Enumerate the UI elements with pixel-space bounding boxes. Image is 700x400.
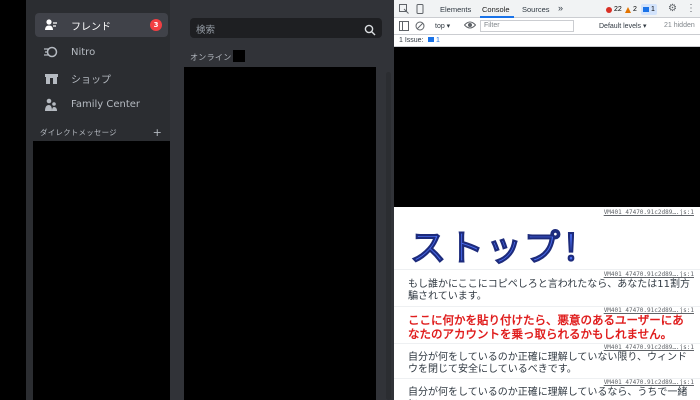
add-dm-button[interactable]: + bbox=[153, 126, 162, 139]
scrollbar[interactable] bbox=[386, 72, 391, 400]
tab-elements[interactable]: Elements bbox=[440, 5, 471, 14]
dm-section-header: ダイレクトメッセージ + bbox=[40, 126, 162, 139]
console-message: 自分が何をしているのか正確に理解していない限り、ウィンドウを閉じて安全にしている… bbox=[408, 352, 687, 375]
notification-badge: 3 bbox=[150, 19, 162, 31]
context-value: top bbox=[435, 23, 445, 30]
sidebar-item-label: ショップ bbox=[71, 74, 111, 86]
context-selector[interactable]: top ▾ bbox=[435, 22, 450, 30]
console-message: 自分が何をしているのか正確に理解しているなら、うちで一緒に bbox=[408, 387, 688, 400]
tab-sources[interactable]: Sources bbox=[522, 5, 550, 14]
shop-icon bbox=[41, 68, 61, 88]
sidebar-item-label: Family Center bbox=[71, 98, 141, 110]
issue-icon bbox=[428, 37, 434, 42]
error-counter[interactable]: 22 bbox=[604, 4, 624, 15]
sidebar-item-label: Nitro bbox=[71, 46, 96, 58]
devtools-tab-bar: Elements Console Sources » 22 2 1 ⚙ ⋮ bbox=[394, 0, 700, 18]
nitro-icon bbox=[41, 42, 61, 62]
more-tabs-button[interactable]: » bbox=[558, 3, 563, 13]
sidebar-toggle-icon[interactable] bbox=[399, 21, 409, 33]
sidebar-item-friends[interactable]: フレンド 3 bbox=[35, 13, 168, 37]
console-stop-title: ストップ！ bbox=[409, 228, 601, 270]
message-divider bbox=[394, 269, 700, 270]
inspect-icon[interactable] bbox=[399, 4, 409, 16]
info-counter[interactable]: 1 bbox=[641, 4, 657, 15]
log-levels-value: Default levels bbox=[599, 23, 642, 30]
search-input[interactable]: 検索 bbox=[190, 18, 382, 38]
family-icon bbox=[41, 94, 61, 114]
filter-input[interactable]: Filter bbox=[480, 20, 574, 32]
dm-list bbox=[33, 141, 170, 400]
settings-gear-icon[interactable]: ⚙ bbox=[668, 3, 677, 14]
device-toolbar-icon[interactable] bbox=[415, 4, 425, 16]
friends-icon bbox=[41, 15, 61, 35]
error-icon bbox=[606, 6, 612, 13]
warning-icon bbox=[625, 6, 631, 13]
info-count: 1 bbox=[651, 6, 655, 13]
issues-count: 1 bbox=[436, 37, 440, 44]
warning-count: 2 bbox=[633, 6, 637, 13]
issues-bar[interactable]: 1 Issue: 1 bbox=[394, 35, 700, 47]
tab-console[interactable]: Console bbox=[482, 5, 510, 14]
source-link[interactable]: VM401 47470.91c2d89….js:1 bbox=[604, 209, 694, 216]
console-toolbar: top ▾ Filter Default levels ▾ 21 hidden bbox=[394, 18, 700, 35]
sidebar-item-label: フレンド bbox=[71, 21, 111, 33]
sidebar-item-nitro[interactable]: Nitro bbox=[35, 40, 168, 64]
error-count: 22 bbox=[614, 6, 622, 13]
warning-counter[interactable]: 2 bbox=[623, 4, 639, 15]
friends-list bbox=[184, 67, 376, 400]
kebab-menu-icon[interactable]: ⋮ bbox=[686, 3, 696, 14]
source-link[interactable]: VM401 47470.91c2d89….js:1 bbox=[604, 379, 694, 386]
source-link[interactable]: VM401 47470.91c2d89….js:1 bbox=[604, 271, 694, 278]
message-icon bbox=[643, 7, 649, 12]
sidebar-item-family-center[interactable]: Family Center bbox=[35, 92, 168, 116]
server-rail bbox=[0, 0, 26, 400]
issues-label: 1 Issue: bbox=[399, 37, 424, 44]
redacted-console-area bbox=[394, 47, 700, 207]
search-placeholder: 検索 bbox=[196, 25, 216, 36]
hidden-count: 21 hidden bbox=[664, 22, 695, 29]
console-warning-message: ここに何かを貼り付けたら、悪意のあるユーザーにあなたのアカウントを乗っ取られるか… bbox=[408, 313, 684, 341]
clear-console-icon[interactable] bbox=[415, 21, 425, 33]
source-link[interactable]: VM401 47470.91c2d89….js:1 bbox=[604, 344, 694, 351]
eye-icon[interactable] bbox=[463, 20, 477, 32]
search-icon bbox=[364, 21, 376, 40]
log-levels-dropdown[interactable]: Default levels ▾ bbox=[599, 22, 647, 30]
sidebar-item-shop[interactable]: ショップ bbox=[35, 66, 168, 90]
console-message: もし誰かにここにコピペしろと言われたなら、あなたは11割方騙されています。 bbox=[408, 279, 691, 302]
dm-header-label: ダイレクトメッセージ bbox=[40, 127, 117, 137]
online-count-redacted bbox=[233, 50, 245, 62]
